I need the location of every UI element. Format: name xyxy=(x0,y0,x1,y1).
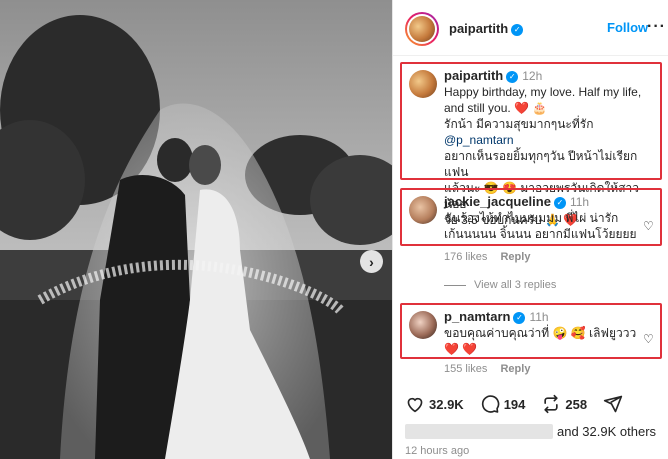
caption-line: Happy birthday, my love. Half my life, xyxy=(444,85,642,99)
comment-username[interactable]: p_namtarn xyxy=(444,309,510,324)
comment-likes[interactable]: 155 likes xyxy=(444,363,487,375)
wedding-photo-image xyxy=(0,0,392,459)
comment-text: ❤️ ❤️ xyxy=(444,342,478,356)
comment-text: ฉันร้องไห้ทำไมมมมมม พี่ไผ่ น่ารัก xyxy=(444,211,619,225)
likes-summary[interactable]: and 32.9K others xyxy=(405,424,656,439)
view-replies-label: View all 3 replies xyxy=(474,279,557,291)
comment-icon xyxy=(481,395,500,413)
comment-avatar[interactable] xyxy=(409,196,437,224)
author-username[interactable]: paipartith xyxy=(449,21,508,36)
replies-divider xyxy=(444,284,466,286)
comment-likes[interactable]: 176 likes xyxy=(444,251,487,263)
follow-button[interactable]: Follow xyxy=(607,20,648,35)
post-dialog: › paipartith ✓ Follow ··· paipartith ✓ 12h … xyxy=(0,0,668,459)
comment: p_namtarn ✓ 11h ขอบคุณค่าบคุณว่าที่ 🤪 🥰 เล… xyxy=(444,309,644,357)
action-bar: 32.9K 194 258 xyxy=(405,394,643,414)
verified-badge-icon: ✓ xyxy=(513,312,526,324)
mention-link[interactable]: @p_namtarn xyxy=(444,133,514,147)
post-photo[interactable]: › xyxy=(0,0,392,459)
verified-badge-icon: ✓ xyxy=(506,71,519,83)
comment-meta: 155 likes Reply xyxy=(444,363,530,375)
caption-text: รักน้า มีความสุขมากๆนะที่รัก xyxy=(444,117,594,131)
comment-text: เก้นนนนน จิ้นนน อยากมีแฟนโว้ยยยย xyxy=(444,227,637,241)
chevron-right-icon: › xyxy=(369,253,374,270)
comment-text: ขอบคุณค่าบคุณว่าที่ 🤪 🥰 เลิฟยูววว xyxy=(444,326,637,340)
reply-button[interactable]: Reply xyxy=(500,251,530,263)
caption-time: 12h xyxy=(522,69,543,83)
repost-action[interactable]: 258 xyxy=(541,394,587,414)
more-icon[interactable]: ··· xyxy=(647,18,666,36)
reply-button[interactable]: Reply xyxy=(500,363,530,375)
caption-avatar[interactable] xyxy=(409,70,437,98)
like-action[interactable]: 32.9K xyxy=(405,395,464,413)
heart-icon[interactable]: ♡ xyxy=(643,332,654,346)
comment-meta: 176 likes Reply xyxy=(444,251,530,263)
like-count: 32.9K xyxy=(429,396,464,412)
caption-line: and still you. ❤️ 🎂 xyxy=(444,101,548,115)
comment-time: 11h xyxy=(529,310,549,324)
share-icon xyxy=(603,395,623,413)
post-timestamp: 12 hours ago xyxy=(405,445,470,457)
author-name-row: paipartith ✓ xyxy=(449,20,524,38)
comment-username[interactable]: jackie_jacqueline xyxy=(444,194,551,209)
likes-text: and 32.9K others xyxy=(557,424,657,439)
caption-username[interactable]: paipartith xyxy=(444,68,503,83)
repost-count: 258 xyxy=(565,396,588,412)
comment: jackie_jacqueline ✓ 11h ฉันร้องไห้ทำไมมมมม… xyxy=(444,194,644,242)
view-replies-button[interactable]: View all 3 replies xyxy=(444,279,556,291)
post-side-panel: paipartith ✓ Follow ··· paipartith ✓ 12h Ha… xyxy=(392,0,668,459)
repost-icon xyxy=(544,394,559,414)
next-photo-button[interactable]: › xyxy=(360,250,383,273)
post-header: paipartith ✓ Follow ··· xyxy=(393,0,668,56)
comment-action[interactable]: 194 xyxy=(480,394,526,414)
blurred-likers xyxy=(405,424,553,439)
verified-badge-icon: ✓ xyxy=(511,24,524,36)
share-action[interactable] xyxy=(603,394,627,414)
heart-icon[interactable]: ♡ xyxy=(643,219,654,233)
heart-icon xyxy=(407,397,423,413)
verified-badge-icon: ✓ xyxy=(553,197,566,209)
comment-avatar[interactable] xyxy=(409,311,437,339)
caption-line: รักน้า มีความสุขมากๆนะที่รัก @p_namtarn xyxy=(444,116,656,148)
comment-time: 11h xyxy=(569,195,590,209)
caption-line: อยากเห็นรอยยิ้มทุกๆวัน ปีหน้าไม่เรียกแฟน xyxy=(444,149,638,179)
comment-count: 194 xyxy=(503,396,526,412)
author-avatar[interactable] xyxy=(405,12,439,46)
